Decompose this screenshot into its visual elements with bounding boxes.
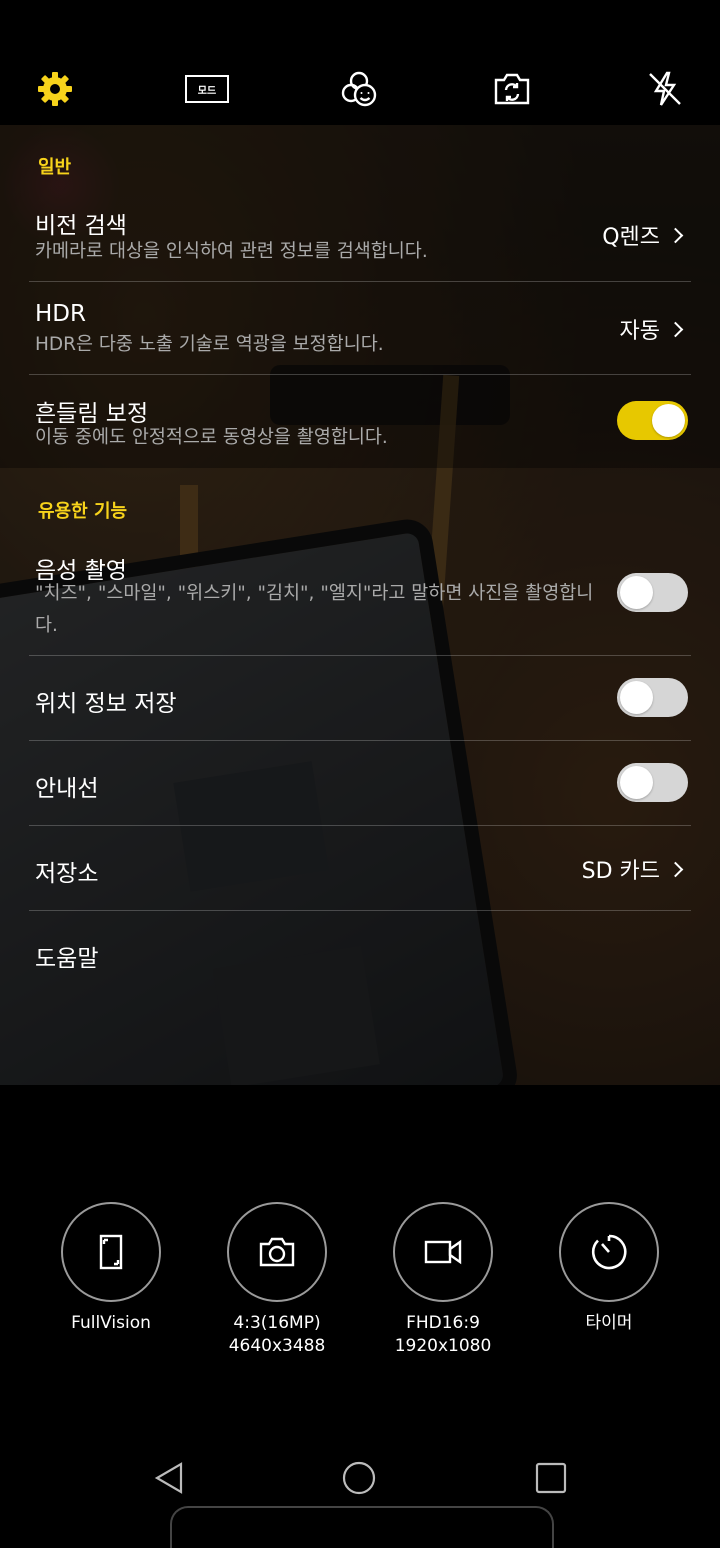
setting-title: 위치 정보 저장 bbox=[35, 691, 177, 717]
section-header-general: 일반 bbox=[38, 157, 72, 178]
quick-setting-photo-size[interactable]: 4:3(16MP) 4640x3488 bbox=[227, 1202, 327, 1358]
setting-vision-search[interactable]: 비전 검색 카메라로 대상을 인식하여 관련 정보를 검색합니다. Q렌즈 bbox=[29, 200, 691, 280]
vision-search-value: Q렌즈 bbox=[602, 225, 660, 250]
stabilization-toggle[interactable] bbox=[617, 401, 688, 440]
quick-setting-button[interactable] bbox=[227, 1202, 327, 1302]
chevron-right-icon bbox=[667, 321, 684, 337]
chevron-right-icon bbox=[667, 227, 684, 243]
setting-value: SD 카드 bbox=[582, 853, 687, 885]
setting-stabilization[interactable]: 흔들림 보정 이동 중에도 안정적으로 동영상을 촬영합니다. bbox=[29, 386, 691, 466]
divider bbox=[29, 281, 691, 282]
mode-icon[interactable]: 모드 bbox=[185, 68, 229, 110]
setting-hdr[interactable]: HDR HDR은 다중 노출 기술로 역광을 보정합니다. 자동 bbox=[29, 293, 691, 373]
setting-value: Q렌즈 bbox=[602, 219, 687, 251]
photo-size-icon bbox=[259, 1237, 295, 1267]
setting-title: 비전 검색 bbox=[35, 213, 127, 239]
setting-desc: 카메라로 대상을 인식하여 관련 정보를 검색합니다. bbox=[35, 241, 428, 262]
location-toggle[interactable] bbox=[617, 678, 688, 717]
toggle-knob bbox=[620, 766, 653, 799]
setting-title: HDR bbox=[35, 301, 86, 327]
video-size-icon bbox=[424, 1239, 462, 1265]
quick-setting-label: FullVision bbox=[61, 1312, 161, 1335]
switch-camera-icon[interactable] bbox=[491, 68, 533, 110]
quick-setting-button[interactable] bbox=[393, 1202, 493, 1302]
setting-desc: "치즈", "스마일", "위스키", "김치", "엘지"라고 말하면 사진을… bbox=[35, 583, 594, 636]
label-line1: FullVision bbox=[71, 1313, 151, 1333]
quick-setting-label: 타이머 bbox=[559, 1312, 659, 1335]
toggle-knob bbox=[652, 404, 685, 437]
timer-icon bbox=[591, 1234, 627, 1270]
storage-value: SD 카드 bbox=[581, 859, 660, 884]
setting-help[interactable]: 도움말 bbox=[29, 911, 691, 995]
hdr-value: 자동 bbox=[619, 319, 660, 344]
toggle-knob bbox=[620, 681, 653, 714]
setting-value: 자동 bbox=[620, 313, 687, 345]
top-toolbar: 모드 bbox=[0, 0, 720, 125]
setting-title: 도움말 bbox=[35, 946, 99, 972]
label-line1: 4:3(16MP) bbox=[233, 1313, 321, 1333]
quick-setting-label: 4:3(16MP) 4640x3488 bbox=[227, 1312, 327, 1358]
setting-storage[interactable]: 저장소 SD 카드 bbox=[29, 826, 691, 910]
setting-desc: 이동 중에도 안정적으로 동영상을 촬영합니다. bbox=[35, 427, 388, 448]
chevron-right-icon bbox=[667, 861, 684, 877]
label-line2: 4640x3488 bbox=[228, 1336, 326, 1356]
guide-lines-toggle[interactable] bbox=[617, 763, 688, 802]
gear-icon[interactable] bbox=[34, 68, 76, 110]
full-vision-icon bbox=[99, 1234, 123, 1270]
setting-title: 안내선 bbox=[35, 776, 99, 802]
gesture-handle bbox=[170, 1506, 554, 1548]
home-icon[interactable] bbox=[339, 1458, 379, 1498]
toggle-knob bbox=[620, 576, 653, 609]
label-line2: 1920x1080 bbox=[394, 1336, 492, 1356]
recents-icon[interactable] bbox=[531, 1458, 571, 1498]
setting-title: 저장소 bbox=[35, 861, 99, 887]
quick-setting-button[interactable] bbox=[559, 1202, 659, 1302]
section-header-useful: 유용한 기능 bbox=[38, 501, 128, 522]
back-icon[interactable] bbox=[148, 1458, 188, 1498]
flash-off-icon[interactable] bbox=[644, 68, 686, 110]
quick-setting-button[interactable] bbox=[61, 1202, 161, 1302]
quick-setting-label: FHD16:9 1920x1080 bbox=[393, 1312, 493, 1358]
label-line1: 타이머 bbox=[585, 1313, 633, 1333]
setting-voice-shutter[interactable]: 음성 촬영 "치즈", "스마일", "위스키", "김치", "엘지"라고 말… bbox=[29, 543, 691, 655]
quick-setting-video-size[interactable]: FHD16:9 1920x1080 bbox=[393, 1202, 493, 1358]
voice-shutter-toggle[interactable] bbox=[617, 573, 688, 612]
setting-desc: HDR은 다중 노출 기술로 역광을 보정합니다. bbox=[35, 334, 384, 355]
setting-location[interactable]: 위치 정보 저장 bbox=[29, 656, 691, 740]
setting-guide-lines[interactable]: 안내선 bbox=[29, 741, 691, 825]
label-line1: FHD16:9 bbox=[406, 1313, 480, 1333]
face-filter-icon[interactable] bbox=[338, 68, 380, 110]
quick-setting-timer[interactable]: 타이머 bbox=[559, 1202, 659, 1335]
divider bbox=[29, 374, 691, 375]
quick-setting-fullvision[interactable]: FullVision bbox=[61, 1202, 161, 1335]
mode-label: 모드 bbox=[185, 75, 229, 103]
